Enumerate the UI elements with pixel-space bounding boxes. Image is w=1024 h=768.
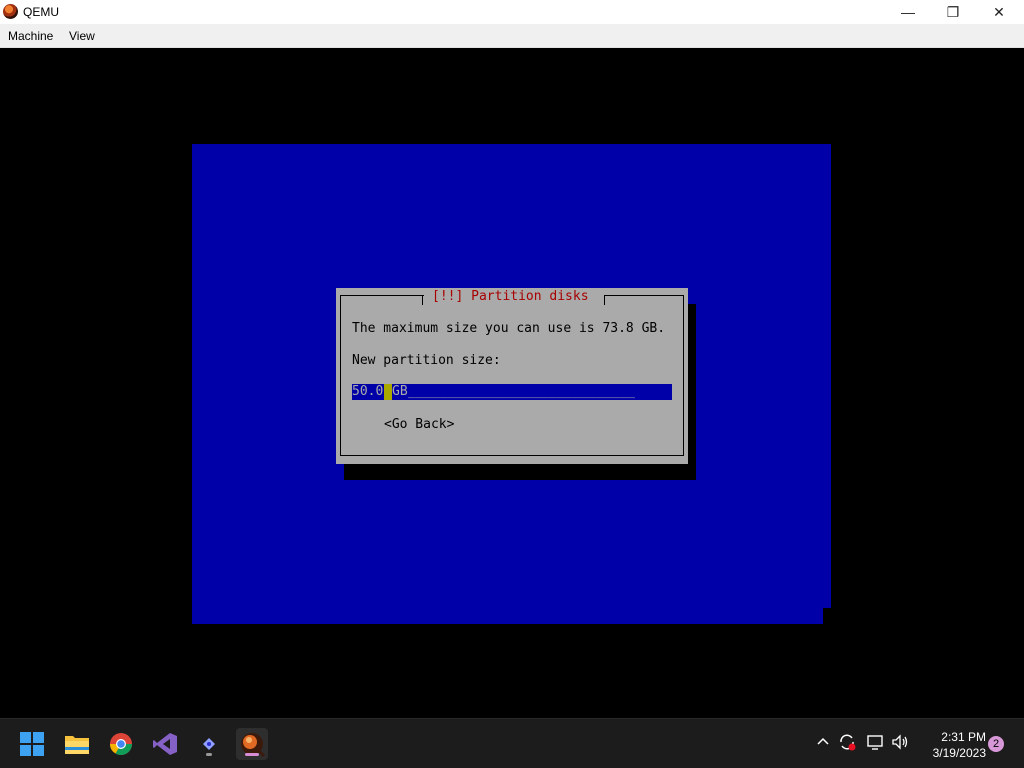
qemu-icon[interactable] (236, 728, 268, 760)
partition-size-value: 50.0 (352, 384, 384, 399)
partition-dialog: [!!] Partition disks The maximum size yo… (336, 288, 688, 464)
visual-studio-icon[interactable] (149, 728, 181, 760)
partition-size-input[interactable]: 50.0 GB _____________________________ (352, 384, 672, 400)
partition-size-label: New partition size: (352, 353, 501, 368)
network-icon[interactable] (866, 733, 884, 754)
menu-bar: Machine View (0, 24, 1024, 48)
menu-machine[interactable]: Machine (8, 29, 53, 43)
frame-top-right (604, 295, 684, 296)
vm-screen[interactable]: [!!] Partition disks The maximum size yo… (0, 48, 1024, 718)
close-button[interactable]: ✕ (976, 0, 1022, 24)
frame-tick-right (604, 295, 605, 305)
dialog-title: [!!] Partition disks (432, 289, 589, 304)
chrome-icon[interactable] (105, 728, 137, 760)
minimize-button[interactable]: — (885, 0, 931, 24)
text-cursor (384, 384, 392, 400)
screen-edge (823, 608, 831, 624)
clock-date: 3/19/2023 (932, 746, 986, 760)
restore-button[interactable]: ❐ (930, 0, 976, 24)
start-icon[interactable] (16, 728, 48, 760)
partition-size-unit: GB (392, 384, 408, 399)
frame-tick-left (422, 295, 423, 305)
chevron-up-icon[interactable] (817, 735, 829, 751)
go-back-button[interactable]: <Go Back> (384, 417, 454, 432)
volume-icon[interactable] (891, 733, 909, 754)
field-fill: _____________________________ (408, 384, 635, 399)
taskbar: 2:31 PM 3/19/2023 2 (0, 718, 1024, 768)
app-running-indicator (206, 753, 212, 756)
window-title: QEMU (23, 5, 59, 19)
max-size-message: The maximum size you can use is 73.8 GB. (352, 321, 666, 336)
notification-badge[interactable]: 2 (988, 736, 1004, 752)
file-explorer-icon[interactable] (61, 728, 93, 760)
menu-view[interactable]: View (69, 29, 95, 43)
clock[interactable]: 2:31 PM 3/19/2023 (916, 729, 986, 761)
qemu-active-indicator (245, 753, 259, 756)
app-icon[interactable] (193, 728, 225, 760)
frame-top-left (340, 295, 424, 296)
title-bar: QEMU — ❐ ✕ (0, 0, 1024, 24)
qemu-app-icon (3, 4, 18, 19)
clock-time: 2:31 PM (941, 730, 986, 744)
sync-icon[interactable] (838, 733, 856, 754)
